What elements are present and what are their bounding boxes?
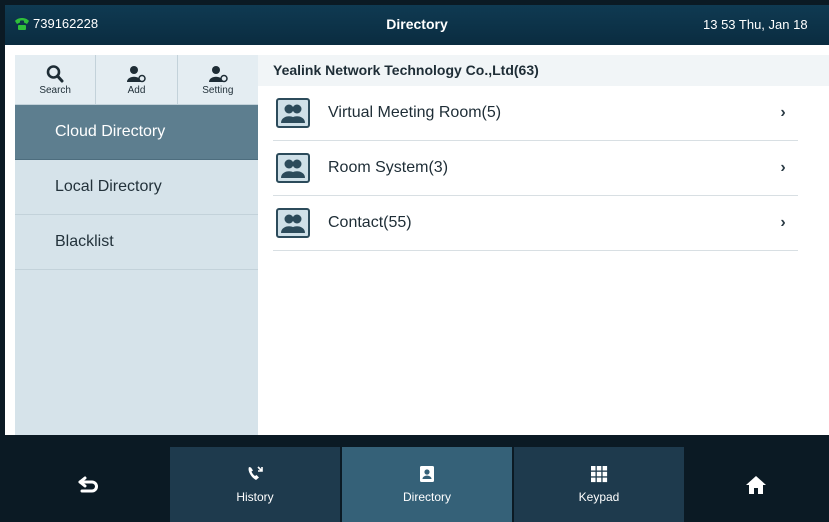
search-button[interactable]: Search [15, 55, 97, 104]
company-header: Yealink Network Technology Co.,Ltd(63) [258, 55, 829, 86]
group-contacts-icon [276, 153, 310, 183]
status-bar: 739162228 Directory 13 53 Thu, Jan 18 [5, 5, 829, 45]
directory-toolbar: Search Add Setting [15, 55, 258, 105]
date-time: 13 53 Thu, Jan 18 [703, 17, 808, 32]
setting-label: Setting [202, 84, 234, 96]
chevron-right-icon: › [780, 214, 786, 231]
add-contact-icon [127, 65, 147, 82]
group-label: Contact(55) [328, 214, 412, 231]
bottom-nav: History Directory Keypad [5, 435, 829, 522]
group-contacts-icon [276, 98, 310, 128]
chevron-right-icon: › [780, 159, 786, 176]
directory-icon [420, 466, 434, 482]
keypad-icon [591, 466, 608, 483]
tab-history[interactable]: History [170, 447, 340, 522]
chevron-right-icon: › [780, 104, 786, 121]
nav-item-local-directory[interactable]: Local Directory [15, 160, 258, 215]
group-row-room-system[interactable]: Room System(3) › [273, 141, 798, 196]
tab-history-label: History [236, 490, 274, 504]
group-row-virtual-meeting-room[interactable]: Virtual Meeting Room(5) › [273, 86, 798, 141]
right-panel: Yealink Network Technology Co.,Ltd(63) V… [258, 55, 829, 435]
contact-setting-icon [208, 65, 228, 82]
add-label: Add [127, 84, 146, 96]
home-button[interactable] [682, 447, 829, 522]
search-icon [46, 64, 64, 82]
nav-item-cloud-directory[interactable]: Cloud Directory [15, 105, 258, 160]
group-contacts-icon [276, 208, 310, 238]
tab-directory[interactable]: Directory [342, 447, 512, 522]
back-arrow-icon [78, 476, 98, 492]
history-icon [248, 466, 263, 480]
group-list: Virtual Meeting Room(5) › Room System(3)… [273, 86, 798, 251]
group-label: Room System(3) [328, 159, 449, 176]
search-label: Search [39, 84, 71, 96]
group-row-contact[interactable]: Contact(55) › [273, 196, 798, 251]
tab-directory-label: Directory [402, 490, 451, 504]
add-button[interactable]: Add [96, 55, 178, 104]
setting-button[interactable]: Setting [178, 55, 258, 104]
main-area: Search Add Setting Cloud Directory Local… [5, 45, 829, 435]
nav-item-blacklist[interactable]: Blacklist [15, 215, 258, 270]
phone-screen: 739162228 Directory 13 53 Thu, Jan 18 Se… [0, 0, 829, 522]
tab-keypad-label: Keypad [578, 490, 620, 504]
home-icon [745, 475, 766, 494]
back-button[interactable] [5, 447, 170, 522]
left-panel: Search Add Setting Cloud Directory Local… [15, 55, 258, 435]
group-label: Virtual Meeting Room(5) [328, 104, 502, 121]
directory-nav: Cloud Directory Local Directory Blacklis… [15, 105, 258, 270]
tab-keypad[interactable]: Keypad [514, 447, 684, 522]
